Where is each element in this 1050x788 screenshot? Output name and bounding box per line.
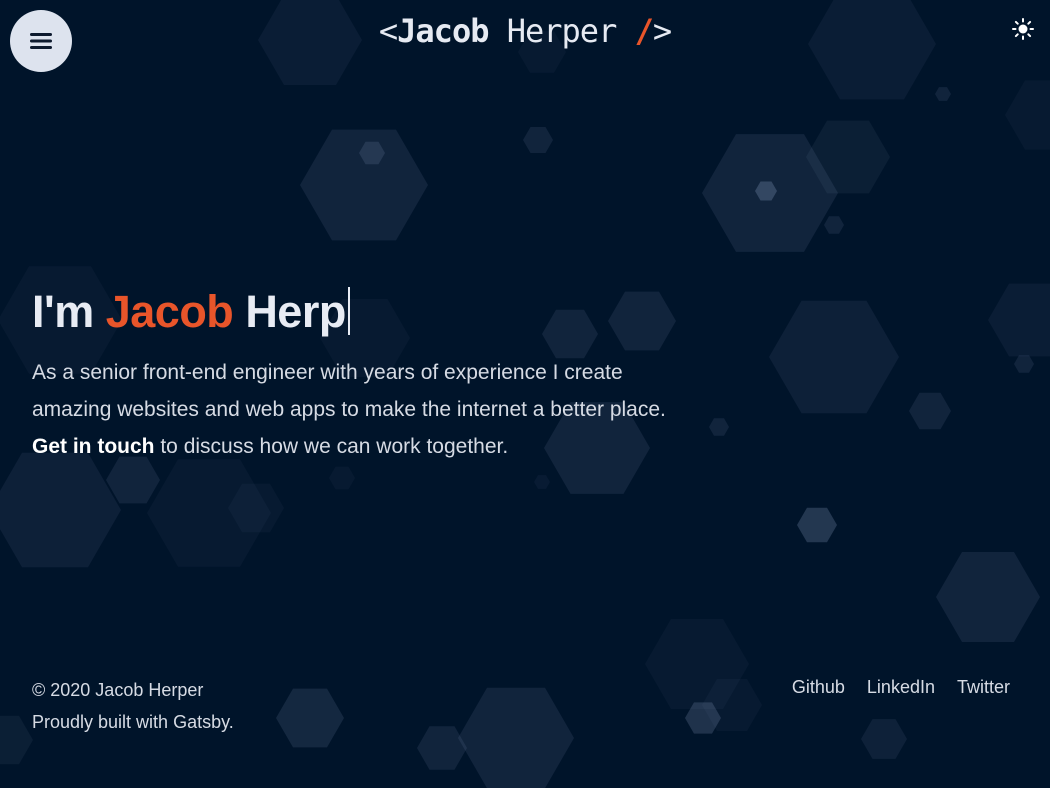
hexagon-shape	[988, 283, 1050, 357]
hexagon-shape	[0, 452, 121, 568]
hexagon-shape	[1014, 355, 1034, 373]
hexagon-shape	[276, 688, 344, 748]
hero-outro: to discuss how we can work together.	[160, 435, 509, 458]
hexagon-shape	[417, 726, 467, 770]
hexagon-shape	[1005, 80, 1050, 150]
footer-info: © 2020 Jacob Herper Proudly built with G…	[32, 674, 234, 738]
hero-greeting: I'm	[32, 286, 94, 337]
site-logo[interactable]: <Jacob Herper />	[0, 12, 1050, 50]
copyright-text: © 2020 Jacob Herper	[32, 680, 204, 700]
hexagon-shape	[861, 719, 907, 759]
built-with-text: Proudly built with Gatsby.	[32, 712, 234, 732]
hero-last-name: Herp	[245, 286, 346, 337]
linkedin-link[interactable]: LinkedIn	[867, 674, 935, 700]
hero-intro: As a senior front-end engineer with year…	[32, 361, 666, 421]
github-link[interactable]: Github	[792, 674, 845, 700]
hexagon-shape	[769, 300, 899, 414]
hexagon-shape	[909, 392, 951, 430]
hexagon-shape	[936, 552, 1040, 642]
hexagon-shape	[824, 216, 844, 234]
hexagon-shape	[329, 466, 355, 490]
sun-icon	[1012, 18, 1034, 40]
hexagon-shape	[523, 127, 553, 153]
hero-title: I'm Jacob Herp	[32, 284, 672, 340]
hero-section: I'm Jacob Herp As a senior front-end eng…	[32, 284, 672, 465]
hero-description: As a senior front-end engineer with year…	[32, 354, 672, 465]
social-links: Github LinkedIn Twitter	[792, 674, 1010, 700]
logo-last-name: Herper	[506, 12, 618, 50]
logo-slash: /	[634, 12, 654, 50]
logo-first-name: Jacob	[397, 12, 489, 50]
hexagon-shape	[709, 418, 729, 436]
twitter-link[interactable]: Twitter	[957, 674, 1010, 700]
logo-close-bracket: >	[652, 12, 672, 50]
hexagon-shape	[0, 715, 33, 765]
hexagon-shape	[458, 687, 574, 788]
hero-first-name: Jacob	[105, 286, 234, 337]
logo-open-bracket: <	[378, 12, 398, 50]
hexagon-shape	[797, 507, 837, 543]
get-in-touch-link[interactable]: Get in touch	[32, 435, 155, 458]
hexagon-shape	[935, 87, 951, 101]
typing-cursor	[347, 287, 350, 335]
hexagon-shape	[534, 475, 550, 489]
theme-toggle-button[interactable]	[1011, 17, 1035, 41]
